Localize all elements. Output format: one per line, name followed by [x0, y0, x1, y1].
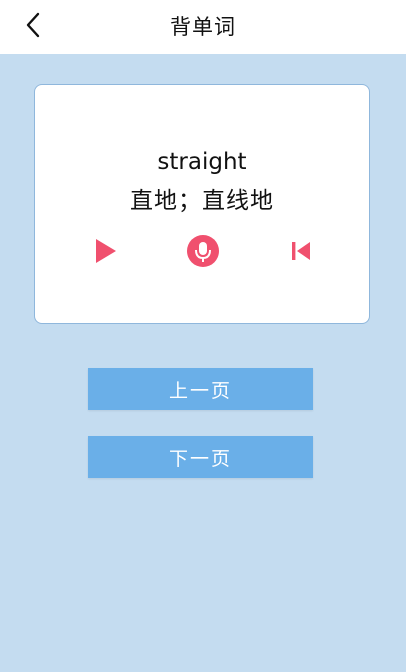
word-card: straight 直地；直线地 [34, 84, 370, 324]
microphone-icon [187, 235, 219, 267]
play-icon [96, 239, 116, 263]
record-button[interactable] [185, 233, 221, 269]
skip-back-icon [292, 242, 310, 260]
next-page-button[interactable]: 下一页 [88, 436, 313, 478]
restart-button[interactable] [283, 233, 319, 269]
word-meaning: 直地；直线地 [130, 188, 274, 214]
word-text: straight [157, 149, 247, 175]
main-content: straight 直地；直线地 上一页 下一页 [0, 54, 406, 672]
previous-page-button[interactable]: 上一页 [88, 368, 313, 410]
header-bar: 背单词 [0, 0, 406, 54]
play-button[interactable] [87, 233, 123, 269]
page-title: 背单词 [170, 15, 236, 39]
app-screen: 背单词 straight 直地；直线地 上一页 下一页 [0, 0, 406, 672]
